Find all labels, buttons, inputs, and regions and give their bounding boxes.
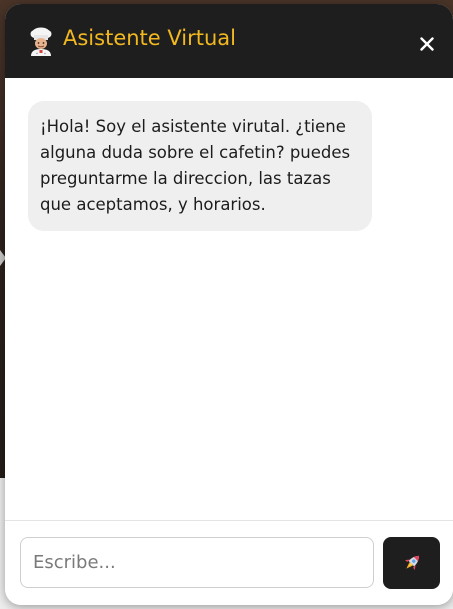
chat-header: Asistente Virtual [5, 4, 453, 78]
close-button[interactable] [413, 30, 441, 58]
message-list: ¡Hola! Soy el asistente virutal. ¿tiene … [5, 78, 453, 520]
send-button[interactable] [383, 537, 440, 589]
message-composer [5, 520, 453, 605]
chat-title: Asistente Virtual [63, 26, 236, 50]
rocket-icon [404, 555, 419, 571]
message-input[interactable] [20, 537, 374, 588]
close-icon [420, 37, 434, 51]
chat-window: Asistente Virtual ¡Hola! Soy el asistent… [5, 4, 453, 605]
chef-icon [27, 26, 55, 56]
bot-message-bubble: ¡Hola! Soy el asistente virutal. ¿tiene … [28, 101, 372, 231]
